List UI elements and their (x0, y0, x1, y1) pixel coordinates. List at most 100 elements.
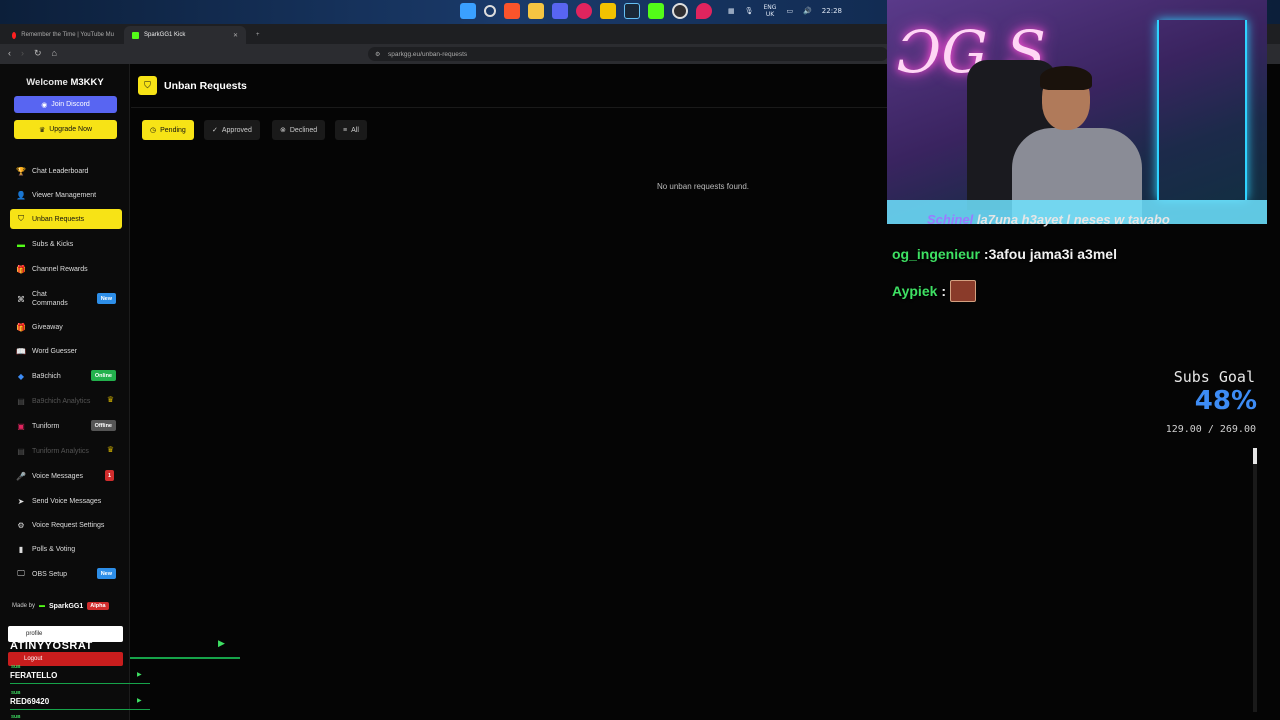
count-badge: 1 (104, 470, 114, 481)
sidebar-item-label: Chat Commands (32, 291, 68, 307)
youtube-icon (12, 31, 17, 39)
filter-pending[interactable]: ◷ Pending (142, 120, 194, 140)
grid-icon[interactable]: ▦ (728, 7, 735, 15)
volume-icon[interactable]: 🔊 (803, 7, 812, 15)
display-icon[interactable]: ▭ (786, 7, 793, 15)
sidebar-item-subs-kicks[interactable]: ▬ Subs & Kicks (10, 234, 122, 254)
close-tab-icon[interactable]: ✕ (233, 32, 238, 39)
forward-icon[interactable]: › (21, 48, 24, 59)
back-icon[interactable]: ‹ (8, 48, 11, 59)
sidebar-item-label: Tuniform Analytics (32, 447, 89, 455)
sidebar-item-giveaway[interactable]: 🎁 Giveaway (10, 317, 122, 337)
sidebar: Welcome M3KKY ◉ Join Discord ♛ Upgrade N… (0, 64, 130, 720)
kick-logo-icon: ▬ (39, 603, 46, 609)
streamer (1012, 66, 1142, 224)
gear-icon: ⚙ (17, 520, 25, 530)
steam-icon[interactable] (624, 3, 640, 19)
new-tab-button[interactable]: + (248, 26, 268, 44)
play-icon: ▶ (137, 698, 142, 704)
pin-icon[interactable] (576, 3, 592, 19)
browser-tab-youtube[interactable]: Remember the Time | YouTube Mu (4, 26, 122, 44)
webcam-overlay: ƆG S (887, 0, 1267, 224)
folder-icon[interactable] (528, 3, 544, 19)
trophy-icon: 🏆 (16, 166, 26, 176)
page-title: Unban Requests (164, 80, 247, 92)
premium-crown-icon: ♛ (106, 445, 114, 454)
alert-divider (10, 709, 150, 710)
sidebar-item-label: Word Guesser (32, 347, 77, 355)
alert-username: FERATELLO (10, 671, 58, 680)
subs-goal-bar (1253, 448, 1257, 712)
kick-app-icon[interactable] (648, 3, 664, 19)
chat-text: :3afou jama3i a3mel (983, 246, 1117, 262)
microphone-icon[interactable]: 🎙 (745, 7, 754, 15)
chat-message: Aypiek : (892, 280, 977, 302)
sidebar-item-label: Voice Messages (32, 472, 83, 480)
online-badge: Online (90, 370, 116, 381)
upgrade-label: Upgrade Now (49, 126, 93, 133)
url-input[interactable]: ⚙ sparkgg.eu/unban-requests (368, 47, 888, 61)
discord-app-icon[interactable] (552, 3, 568, 19)
reload-icon[interactable]: ↻ (34, 48, 42, 59)
language-indicator[interactable]: ENG UK (764, 4, 777, 18)
sub-tag: SUB (11, 664, 21, 669)
overlay-logout-button[interactable]: Logout (8, 652, 123, 666)
filter-declined[interactable]: ⊗ Declined (272, 120, 326, 140)
region-code: UK (765, 11, 775, 18)
command-icon: ⌘ (17, 294, 25, 304)
sidebar-item-obs-setup[interactable]: 🖵 OBS Setup New (10, 564, 122, 584)
analytics-icon: ▤ (17, 396, 25, 406)
brave-icon[interactable] (504, 3, 520, 19)
sidebar-item-label: Unban Requests (32, 215, 85, 223)
browser-tab-sparkgg[interactable]: SparkGG1 Kick ✕ (124, 26, 246, 44)
sidebar-item-word-guesser[interactable]: 📖 Word Guesser (10, 341, 122, 361)
shield-icon: ⛉ (138, 76, 157, 95)
new-badge: New (96, 293, 116, 304)
search-icon[interactable] (484, 5, 496, 17)
chat-text: la7una h3ayet l neses w tavabo (976, 212, 1170, 227)
gift-icon: 🎁 (16, 264, 26, 274)
clock[interactable]: 22:28 (822, 7, 842, 15)
filter-all[interactable]: ≡ All (335, 120, 367, 140)
sidebar-item-tuniform[interactable]: ▣ Tuniform Offline (10, 416, 122, 436)
obs-icon[interactable] (672, 3, 688, 19)
sidebar-item-label: OBS Setup (32, 570, 68, 578)
gift-box-icon: 🎁 (16, 322, 26, 332)
sidebar-item-label: Chat Leaderboard (32, 167, 89, 175)
subs-goal-title: Subs Goal (1173, 368, 1255, 386)
sub-tag: SUB (11, 714, 21, 719)
windows-start-icon[interactable] (460, 3, 476, 19)
sidebar-item-polls-voting[interactable]: ▮ Polls & Voting (10, 539, 122, 559)
sidebar-item-viewer-management[interactable]: 👤 Viewer Management (10, 185, 122, 205)
premium-crown-icon: ♛ (106, 395, 114, 404)
clock-icon: ◷ (150, 127, 157, 134)
sidebar-item-chat-leaderboard[interactable]: 🏆 Chat Leaderboard (10, 161, 122, 181)
chat-username: Aypiek (892, 283, 938, 299)
sidebar-item-ba9chich[interactable]: ◆ Ba9chich Online (10, 366, 122, 386)
sidebar-item-chat-commands[interactable]: ⌘ Chat Commands New (10, 288, 122, 310)
url-text: sparkgg.eu/unban-requests (388, 50, 468, 58)
shelf-decor (1157, 20, 1247, 200)
home-icon[interactable]: ⌂ (52, 48, 57, 59)
system-tray: ▦ 🎙 ENG UK ▭ 🔊 22:28 (728, 4, 842, 18)
filter-label: Approved (221, 126, 252, 134)
join-discord-button[interactable]: ◉ Join Discord (14, 96, 117, 113)
filter-approved[interactable]: ✓ Approved (204, 120, 260, 140)
made-by-label: Made by (12, 603, 36, 609)
upgrade-button[interactable]: ♛ Upgrade Now (14, 120, 117, 139)
sidebar-item-label: Voice Request Settings (32, 521, 105, 529)
nav-buttons: ‹ › ↻ ⌂ (8, 48, 57, 59)
username: M3KKY (70, 77, 104, 88)
sidebar-item-ba9chich-analytics[interactable]: ▤ Ba9chich Analytics ♛ (10, 391, 122, 411)
sidebar-item-voice-request-settings[interactable]: ⚙ Voice Request Settings (10, 515, 122, 535)
sidebar-item-voice-messages[interactable]: 🎤 Voice Messages 1 (10, 466, 122, 486)
sidebar-item-unban-requests[interactable]: ⛉ Unban Requests (10, 209, 122, 229)
location-icon[interactable] (696, 3, 712, 19)
sidebar-item-send-voice-messages[interactable]: ➤ Send Voice Messages (10, 491, 122, 511)
norton-icon[interactable] (600, 3, 616, 19)
sidebar-item-tuniform-analytics[interactable]: ▤ Tuniform Analytics ♛ (10, 441, 122, 461)
crown-icon: ♛ (38, 126, 46, 134)
sidebar-item-channel-rewards[interactable]: 🎁 Channel Rewards (10, 259, 122, 279)
site-info-icon[interactable]: ⚙ (375, 51, 380, 58)
discord-icon: ◉ (41, 101, 48, 109)
